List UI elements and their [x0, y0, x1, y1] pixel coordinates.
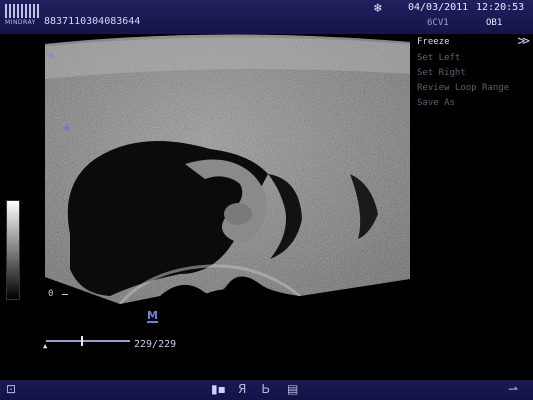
m-marker: M — [147, 309, 158, 323]
letter-r-icon[interactable]: Я — [238, 382, 246, 396]
cine-track — [46, 340, 130, 342]
probe-label: 6CV1 — [427, 18, 449, 28]
exam-mode-label: OB1 — [486, 18, 503, 28]
gray-scale-bar — [6, 200, 20, 300]
cine-handle[interactable] — [81, 336, 84, 346]
svg-text:◀: ◀ — [62, 123, 69, 133]
snowflake-icon: ❄ — [374, 1, 382, 16]
time-display: 12:20:53 — [476, 2, 525, 13]
menu-item-review-loop-range[interactable]: Review Loop Range — [417, 81, 533, 96]
mindray-logo: MINDRAY — [5, 4, 41, 26]
bottom-toolbar: ⊡ ▮▪ Я Ꮟ ▤ ⇀ — [0, 380, 533, 400]
screen-icon[interactable]: ⊡ — [6, 382, 16, 396]
depth-zero-label: 0 — [48, 289, 54, 299]
double-chevron-right-icon[interactable]: >> — [517, 34, 530, 49]
cine-frame-counter: 229/229 — [134, 339, 177, 350]
freeze-menu-header[interactable]: Freeze >> — [417, 34, 533, 51]
probe-switch-icon[interactable]: ▮▪ — [211, 382, 226, 396]
cine-start-marker: ▲ — [43, 342, 48, 350]
letter-b-icon[interactable]: Ꮟ — [262, 382, 270, 397]
freeze-menu: Freeze >> Set Left Set Right Review Loop… — [417, 34, 533, 111]
logo-text: MINDRAY — [5, 19, 36, 26]
menu-item-set-right[interactable]: Set Right — [417, 66, 533, 81]
patient-id: 8837110304083644 — [44, 16, 141, 27]
top-status-bar: MINDRAY 8837110304083644 ❄ 04/03/2011 12… — [0, 0, 533, 34]
freeze-menu-title: Freeze — [417, 37, 450, 47]
usb-icon: ⇀ — [508, 382, 519, 396]
cine-loop-slider[interactable]: ▲ — [43, 336, 130, 350]
date-display: 04/03/2011 — [408, 2, 469, 13]
depth-zero-tick — [62, 294, 68, 295]
svg-text:◆: ◆ — [48, 51, 55, 60]
menu-item-set-left[interactable]: Set Left — [417, 51, 533, 66]
ultrasound-image: ◆ ◀ — [45, 34, 410, 334]
document-icon[interactable]: ▤ — [287, 382, 298, 396]
menu-item-save-as[interactable]: Save As — [417, 96, 533, 111]
